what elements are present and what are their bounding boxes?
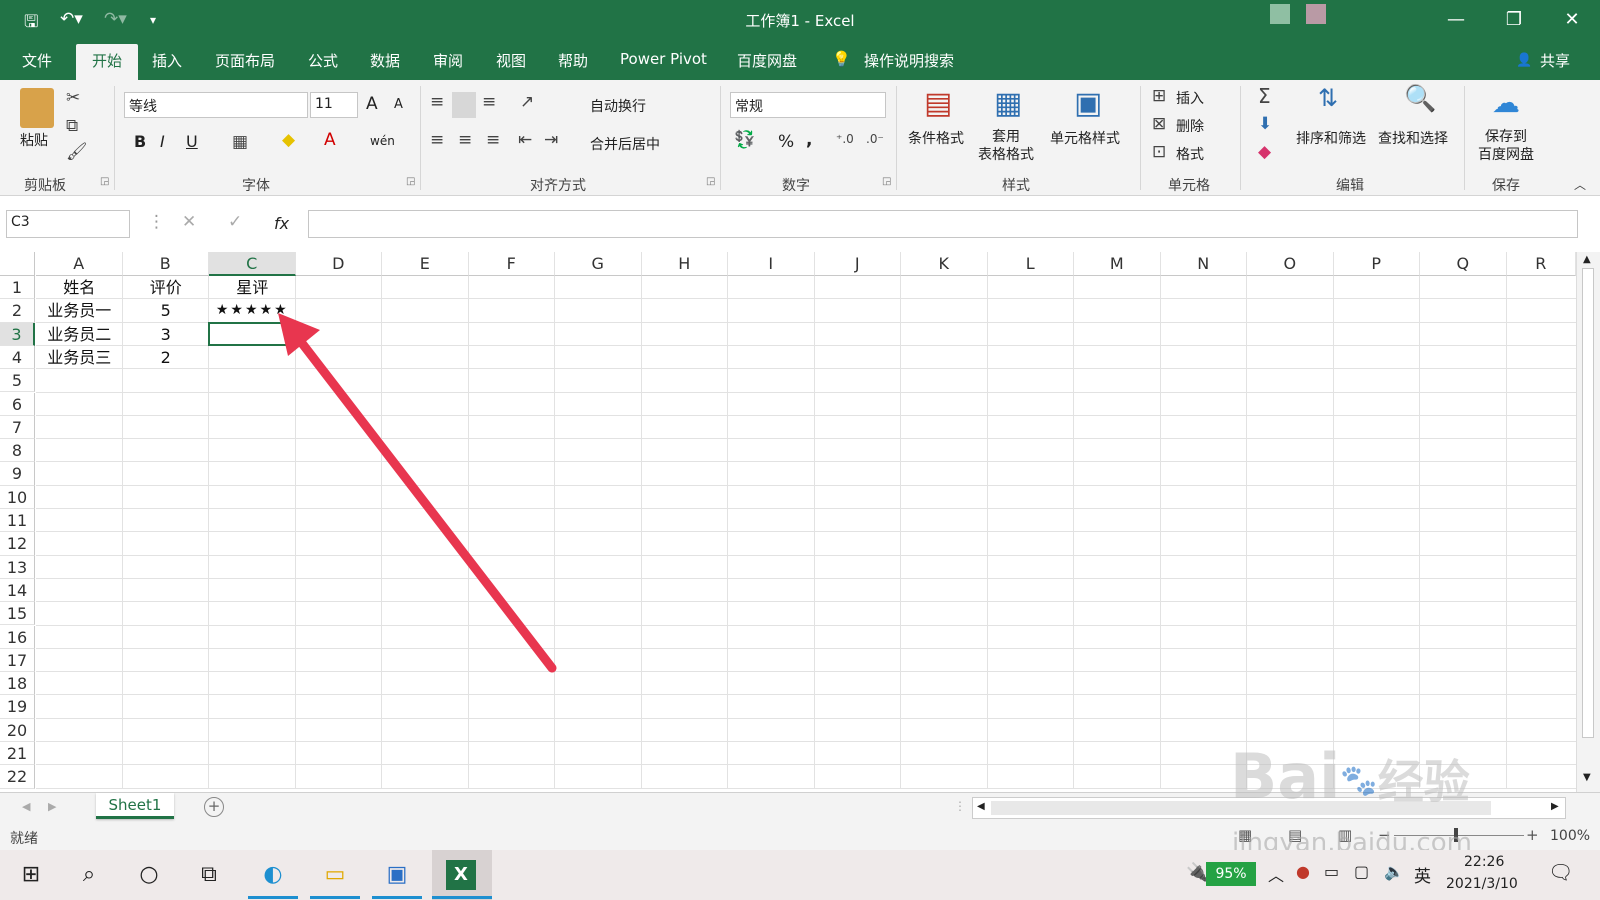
edge-icon[interactable]: ◐ [258, 860, 288, 890]
battery-badge[interactable]: 95% [1206, 862, 1256, 886]
tray-app-icon[interactable]: ● [1296, 862, 1310, 881]
ime-indicator[interactable]: 英 [1414, 862, 1431, 887]
paw-icon: 🐾 [1340, 763, 1378, 799]
scroll-left-icon[interactable]: ◀ [977, 801, 985, 812]
tray-chevron-icon[interactable]: ︿ [1268, 862, 1284, 886]
clock-time[interactable]: 22:26 [1464, 854, 1504, 870]
battery-icon[interactable]: ▭ [1324, 862, 1339, 881]
watermark-logo-text: Bai [1230, 740, 1341, 813]
sheet-prev-icon[interactable]: ◀ [22, 800, 30, 813]
cortana-icon[interactable]: ○ [134, 860, 164, 890]
file-explorer-icon[interactable]: ▭ [320, 860, 350, 890]
sheet-tab-sheet1[interactable]: Sheet1 [96, 793, 174, 819]
search-icon[interactable]: ⌕ [74, 860, 104, 890]
watermark-text: 经验 [1377, 755, 1470, 809]
clock-date[interactable]: 2021/3/10 [1446, 876, 1518, 892]
task-view-icon[interactable]: ⧉ [194, 860, 224, 890]
network-icon[interactable]: ▢ [1354, 862, 1369, 881]
scroll-right-icon[interactable]: ▶ [1551, 801, 1559, 812]
photos-icon[interactable]: ▣ [382, 860, 412, 890]
sheet-next-icon[interactable]: ▶ [48, 800, 56, 813]
windows-start-icon[interactable]: ⊞ [16, 860, 46, 890]
splitter-icon[interactable]: ⋮ [954, 799, 966, 813]
baidu-watermark: Bai🐾经验 [1230, 740, 1470, 813]
zoom-in-icon[interactable]: + [1526, 826, 1539, 844]
excel-icon[interactable]: X [446, 860, 476, 890]
active-indicator [432, 896, 492, 899]
status-ready: 就绪 [10, 831, 38, 847]
add-sheet-button[interactable]: + [204, 797, 224, 817]
active-indicator [310, 896, 360, 899]
zoom-level[interactable]: 100% [1550, 828, 1590, 844]
volume-icon[interactable]: 🔈 [1384, 862, 1404, 881]
notification-icon[interactable]: 🗨 [1548, 860, 1573, 884]
windows-taskbar: ⊞ ⌕ ○ ⧉ ◐ ▭ ▣ X 🔌 95% ︿ ● ▭ ▢ 🔈 英 22:26 … [0, 850, 1600, 900]
active-indicator [248, 896, 298, 899]
active-indicator [372, 896, 422, 899]
